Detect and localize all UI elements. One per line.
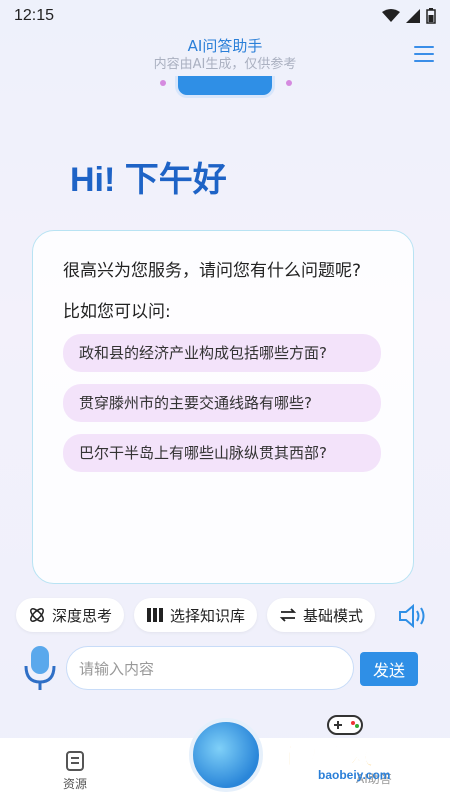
knowledge-base-button[interactable]: 选择知识库 xyxy=(134,598,258,632)
gamepad-icon xyxy=(327,715,363,735)
signal-icon xyxy=(406,9,420,23)
page-title: AI问答助手 xyxy=(187,37,263,55)
books-icon xyxy=(147,608,164,622)
page-subtitle: 内容由AI生成，仅供参考 xyxy=(153,57,297,72)
knowledge-base-label: 选择知识库 xyxy=(170,606,246,625)
suggestion-item[interactable]: 巴尔干半岛上有哪些山脉纵贯其西部? xyxy=(63,434,381,472)
robot-ear-right xyxy=(286,80,292,86)
nav-resource-label: 资源 xyxy=(62,777,87,791)
atom-icon xyxy=(30,608,44,622)
watermark-title: 宝贝游戏网 xyxy=(278,742,399,771)
watermark: 宝贝游戏网 baobeiy.com xyxy=(278,710,428,790)
suggestion-item[interactable]: 贯穿滕州市的主要交通线路有哪些? xyxy=(63,384,381,422)
status-time: 12:15 xyxy=(14,7,55,24)
status-bar: 12:15 xyxy=(0,0,450,32)
suggestion-item[interactable]: 政和县的经济产业构成包括哪些方面? xyxy=(63,334,381,372)
wifi-icon xyxy=(382,9,400,22)
status-icons xyxy=(382,8,436,24)
welcome-message: 很高兴为您服务，请问您有什么问题呢? xyxy=(63,261,362,281)
watermark-url: baobeiy.com xyxy=(318,768,391,782)
deep-think-button[interactable]: 深度思考 xyxy=(16,598,125,632)
menu-icon[interactable] xyxy=(414,46,434,62)
robot-avatar xyxy=(175,76,275,98)
battery-icon xyxy=(426,8,436,24)
message-input[interactable]: 请输入内容 xyxy=(66,646,354,690)
app-header: AI问答助手 内容由AI生成，仅供参考 xyxy=(0,36,450,74)
greeting-text: Hi! 下午好 xyxy=(70,161,227,199)
deep-think-label: 深度思考 xyxy=(52,606,113,625)
microphone-icon[interactable] xyxy=(22,644,58,692)
hint-text: 比如您可以问: xyxy=(63,302,171,322)
speaker-icon[interactable] xyxy=(398,603,428,629)
swap-icon xyxy=(279,608,297,622)
send-button[interactable]: 发送 xyxy=(360,652,418,686)
globe-home-button[interactable] xyxy=(189,718,263,792)
mode-label: 基础模式 xyxy=(303,606,364,625)
input-toolbar: 深度思考 选择知识库 基础模式 xyxy=(16,598,376,632)
nav-resource[interactable]: 资源 xyxy=(60,750,90,792)
welcome-card: 很高兴为您服务，请问您有什么问题呢? 比如您可以问: 政和县的经济产业构成包括哪… xyxy=(32,230,414,584)
document-icon xyxy=(66,751,84,771)
robot-ear-left xyxy=(160,80,166,86)
input-placeholder: 请输入内容 xyxy=(79,659,155,678)
mode-button[interactable]: 基础模式 xyxy=(267,598,376,632)
